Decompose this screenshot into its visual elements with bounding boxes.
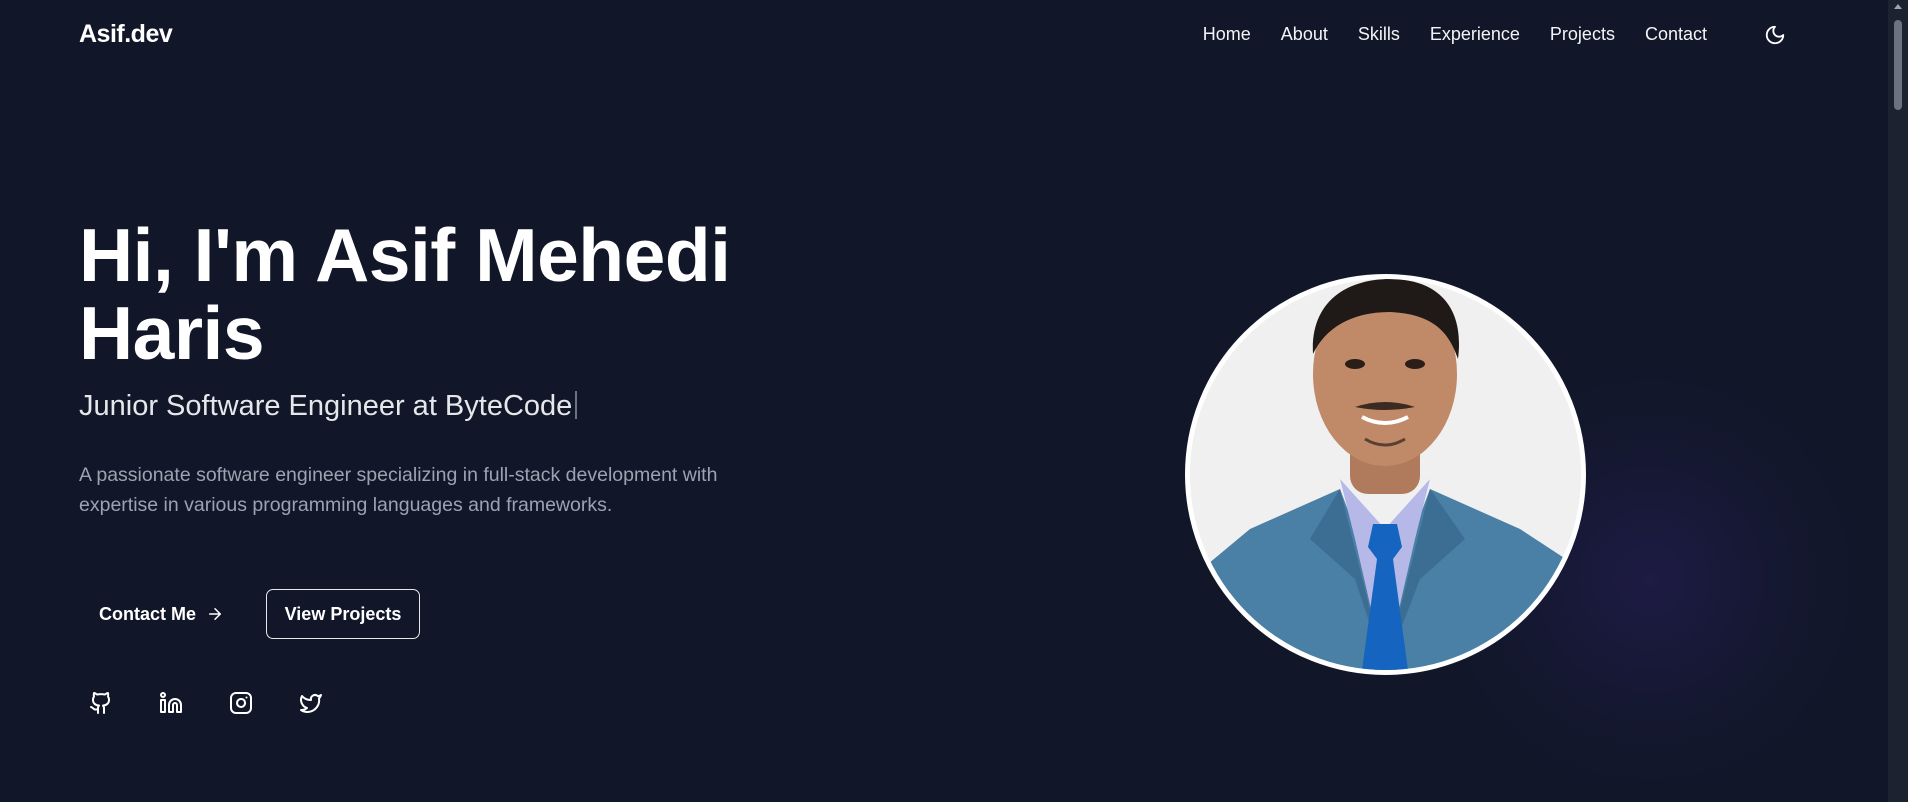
github-link[interactable]: [88, 690, 114, 716]
hero-description: A passionate software engineer specializ…: [79, 464, 718, 516]
arrow-right-icon: [209, 608, 222, 620]
social-links: [88, 690, 324, 716]
instagram-icon: [230, 692, 252, 714]
linkedin-icon: [160, 692, 182, 713]
profile-illustration: [1190, 279, 1581, 670]
typing-cursor: [575, 391, 578, 419]
hero-subtitle-text: Junior Software Engineer at ByteCode: [79, 390, 573, 422]
page: Asif.dev Home About Skills Experience Pr…: [0, 0, 1908, 802]
nav-link-contact[interactable]: Contact: [1645, 24, 1707, 45]
scrollbar[interactable]: [1888, 0, 1908, 802]
contact-me-button[interactable]: Contact Me: [79, 589, 244, 639]
site-logo[interactable]: Asif.dev: [79, 20, 173, 49]
linkedin-link[interactable]: [158, 690, 184, 716]
twitter-icon: [300, 694, 322, 713]
hero-subtitle: Junior Software Engineer at ByteCode: [79, 390, 578, 423]
view-projects-button[interactable]: View Projects: [266, 589, 420, 639]
hero-title: Hi, I'm Asif Mehedi Haris: [79, 213, 731, 375]
scroll-up-icon[interactable]: [1894, 4, 1902, 9]
contact-me-label: Contact Me: [99, 603, 197, 624]
twitter-link[interactable]: [298, 690, 324, 716]
nav-link-about[interactable]: About: [1281, 24, 1328, 45]
github-icon: [90, 692, 111, 714]
nav-links: Home About Skills Experience Projects Co…: [1203, 24, 1707, 45]
nav-link-projects[interactable]: Projects: [1550, 24, 1615, 45]
nav-link-experience[interactable]: Experience: [1430, 24, 1520, 45]
scrollbar-thumb[interactable]: [1894, 20, 1902, 110]
instagram-link[interactable]: [228, 690, 254, 716]
profile-photo: [1185, 274, 1586, 675]
moon-icon: [1765, 25, 1785, 45]
nav-link-skills[interactable]: Skills: [1358, 24, 1400, 45]
theme-toggle-button[interactable]: [1762, 22, 1788, 48]
navbar: Asif.dev Home About Skills Experience Pr…: [0, 0, 1888, 70]
nav-link-home[interactable]: Home: [1203, 24, 1251, 45]
